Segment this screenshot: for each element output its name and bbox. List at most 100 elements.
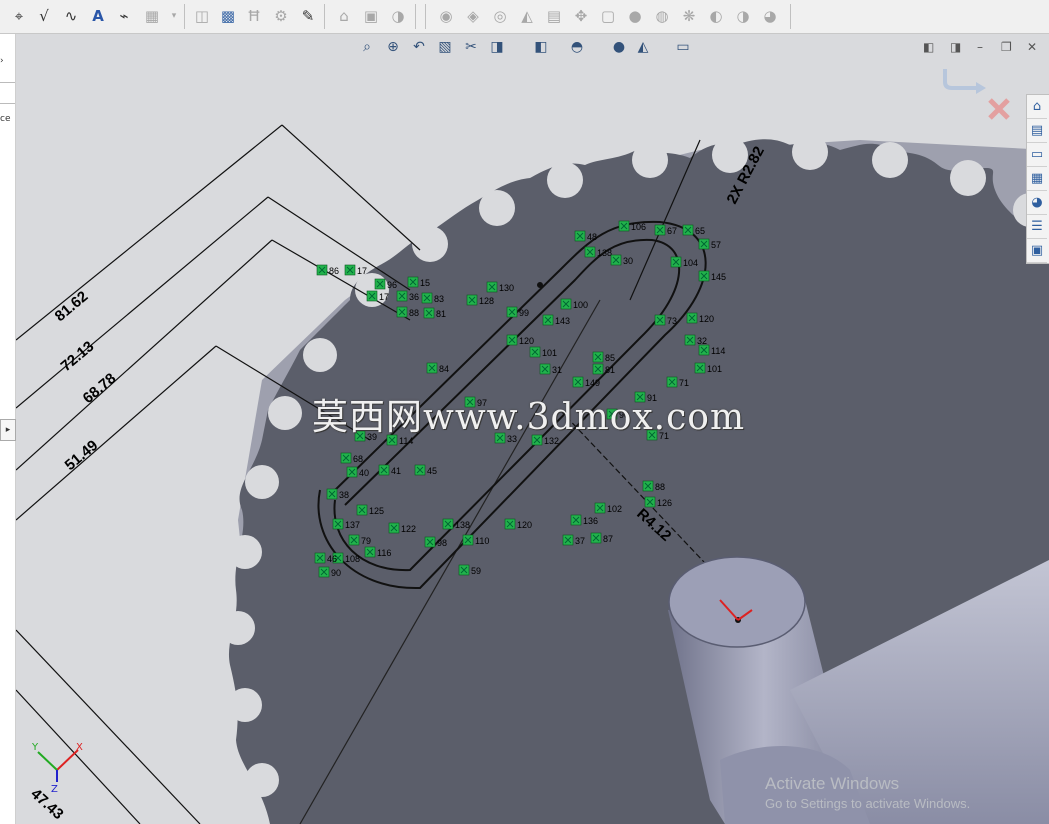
expand-panel-icon[interactable]: › [0, 56, 4, 66]
relation-index: 36 [409, 292, 419, 302]
hide-show-items-icon[interactable]: ◓ [566, 36, 588, 58]
extend-icon[interactable]: ◑ [732, 5, 754, 27]
section-view-icon[interactable]: ▧ [434, 36, 456, 58]
svg-text:Y: Y [31, 742, 39, 753]
exit-sketch-icon[interactable] [943, 69, 980, 90]
text-icon[interactable]: A [87, 5, 109, 27]
convert-entities-icon[interactable]: ⌁ [113, 5, 135, 27]
confirmation-corner [943, 69, 1010, 120]
relation-index: 138 [597, 248, 612, 258]
dimension-72-13[interactable]: 72.13 [58, 338, 98, 375]
relation-index: 71 [679, 378, 689, 388]
panel-label: ce [0, 114, 11, 124]
relation-index: 57 [711, 240, 721, 250]
relation-index: 83 [434, 294, 444, 304]
add-relation-icon[interactable]: √ [33, 5, 55, 27]
view-palette-icon[interactable]: ▦ [1027, 167, 1047, 191]
relation-index: 48 [587, 232, 597, 242]
design-library-icon[interactable]: ▤ [1027, 119, 1047, 143]
relation-index: 88 [409, 308, 419, 318]
custom-properties-icon[interactable]: ☰ [1027, 215, 1047, 239]
file-explorer-icon[interactable]: ▭ [1027, 143, 1047, 167]
relation-index: 138 [455, 520, 470, 530]
cancel-sketch-icon[interactable] [988, 98, 1010, 120]
view-settings-icon[interactable]: ▭ [672, 36, 694, 58]
move-icon[interactable]: ✥ [570, 5, 592, 27]
appearances-icon[interactable]: ◕ [1027, 191, 1047, 215]
forum-icon[interactable]: ▣ [1027, 239, 1047, 263]
sketch-picture-icon[interactable]: ▣ [360, 5, 382, 27]
copy-icon[interactable]: ▢ [597, 5, 619, 27]
relation-index: 120 [699, 314, 714, 324]
make-block-icon[interactable]: ▩ [217, 5, 239, 27]
close-icon[interactable]: ✕ [1027, 40, 1037, 54]
relation-index: 99 [519, 308, 529, 318]
pattern-icon[interactable]: ▤ [543, 5, 565, 27]
dimension-68-78[interactable]: 68.78 [80, 370, 120, 407]
insert-block-icon[interactable]: ◫ [191, 5, 213, 27]
edit-appearance-icon[interactable]: ● [608, 36, 630, 58]
relation-index: 106 [631, 222, 646, 232]
scale-icon[interactable]: ◍ [651, 5, 673, 27]
relation-index: 98 [437, 538, 447, 548]
relation-index: 15 [420, 278, 430, 288]
panel-tab[interactable] [0, 82, 15, 104]
stretch-icon[interactable]: ❋ [678, 5, 700, 27]
display-style-icon[interactable]: ◧ [530, 36, 552, 58]
maximize-icon[interactable]: ❐ [1001, 40, 1012, 54]
relation-index: 128 [479, 296, 494, 306]
task-pane: ⌂ ▤ ▭ ▦ ◕ ☰ ▣ [1026, 94, 1049, 264]
dimension-81-62[interactable]: 81.62 [52, 288, 92, 325]
relation-index: 41 [391, 466, 401, 476]
relation-index: 114 [711, 346, 725, 356]
relation-index: 116 [377, 548, 391, 558]
relation-index: 136 [583, 516, 598, 526]
relation-index: 108 [345, 554, 360, 564]
spline-icon[interactable]: ∿ [60, 5, 82, 27]
zoom-to-fit-icon[interactable]: ⌕ [356, 36, 378, 58]
relation-index: 38 [339, 490, 349, 500]
restore-left-icon[interactable]: ◧ [923, 40, 934, 54]
relation-index: 87 [603, 534, 613, 544]
relation-index: 90 [331, 568, 341, 578]
rotate-icon[interactable]: ● [624, 5, 646, 27]
restore-right-icon[interactable]: ◨ [950, 40, 961, 54]
dynamic-annotation-icon[interactable]: ✂ [460, 36, 482, 58]
rebuild-block-icon[interactable]: ✎ [297, 5, 319, 27]
activation-subtitle: Go to Settings to activate Windows. [765, 796, 971, 811]
explode-block-icon[interactable]: Ħ [243, 5, 265, 27]
relation-index: 101 [542, 348, 557, 358]
relation-index: 81 [605, 365, 615, 375]
rapid-sketch-icon[interactable]: ◑ [387, 5, 409, 27]
table-icon[interactable]: ▦ [141, 5, 163, 27]
relation-index: 120 [517, 520, 532, 530]
solidworks-resources-icon[interactable]: ⌂ [1027, 95, 1047, 119]
windows-activation-notice: Activate Windows Go to Settings to activ… [765, 774, 970, 811]
table-dropdown-icon[interactable]: ▾ [163, 5, 185, 27]
relation-index: 68 [353, 454, 363, 464]
relation-index: 143 [555, 316, 570, 326]
relation-index: 17 [357, 266, 367, 276]
minimize-icon[interactable]: – [977, 40, 983, 54]
split-icon[interactable]: ◕ [759, 5, 781, 27]
zoom-to-area-icon[interactable]: ⊕ [382, 36, 404, 58]
panel-collapse-handle[interactable]: ▸ [0, 419, 16, 441]
smart-dimension-icon[interactable]: ⌖ [8, 5, 30, 27]
apply-scene-icon[interactable]: ◭ [632, 36, 654, 58]
shaded-sketch-icon[interactable]: ◉ [435, 5, 457, 27]
relation-index: 85 [605, 353, 615, 363]
view-orientation-icon[interactable]: ◨ [486, 36, 508, 58]
offset-icon[interactable]: ◎ [489, 5, 511, 27]
instant-3d-icon[interactable]: ◈ [462, 5, 484, 27]
relation-index: 84 [439, 364, 449, 374]
svg-text:X: X [76, 742, 83, 753]
relation-index: 100 [573, 300, 588, 310]
home-icon[interactable]: ⌂ [333, 5, 355, 27]
dimension-47-43[interactable]: 47.43 [27, 785, 66, 823]
mirror-icon[interactable]: ◭ [516, 5, 538, 27]
dimension-51-49[interactable]: 51.49 [62, 437, 102, 474]
previous-view-icon[interactable]: ↶ [408, 36, 430, 58]
save-block-icon[interactable]: ⚙ [270, 5, 292, 27]
trim-icon[interactable]: ◐ [705, 5, 727, 27]
relation-index: 101 [707, 364, 722, 374]
